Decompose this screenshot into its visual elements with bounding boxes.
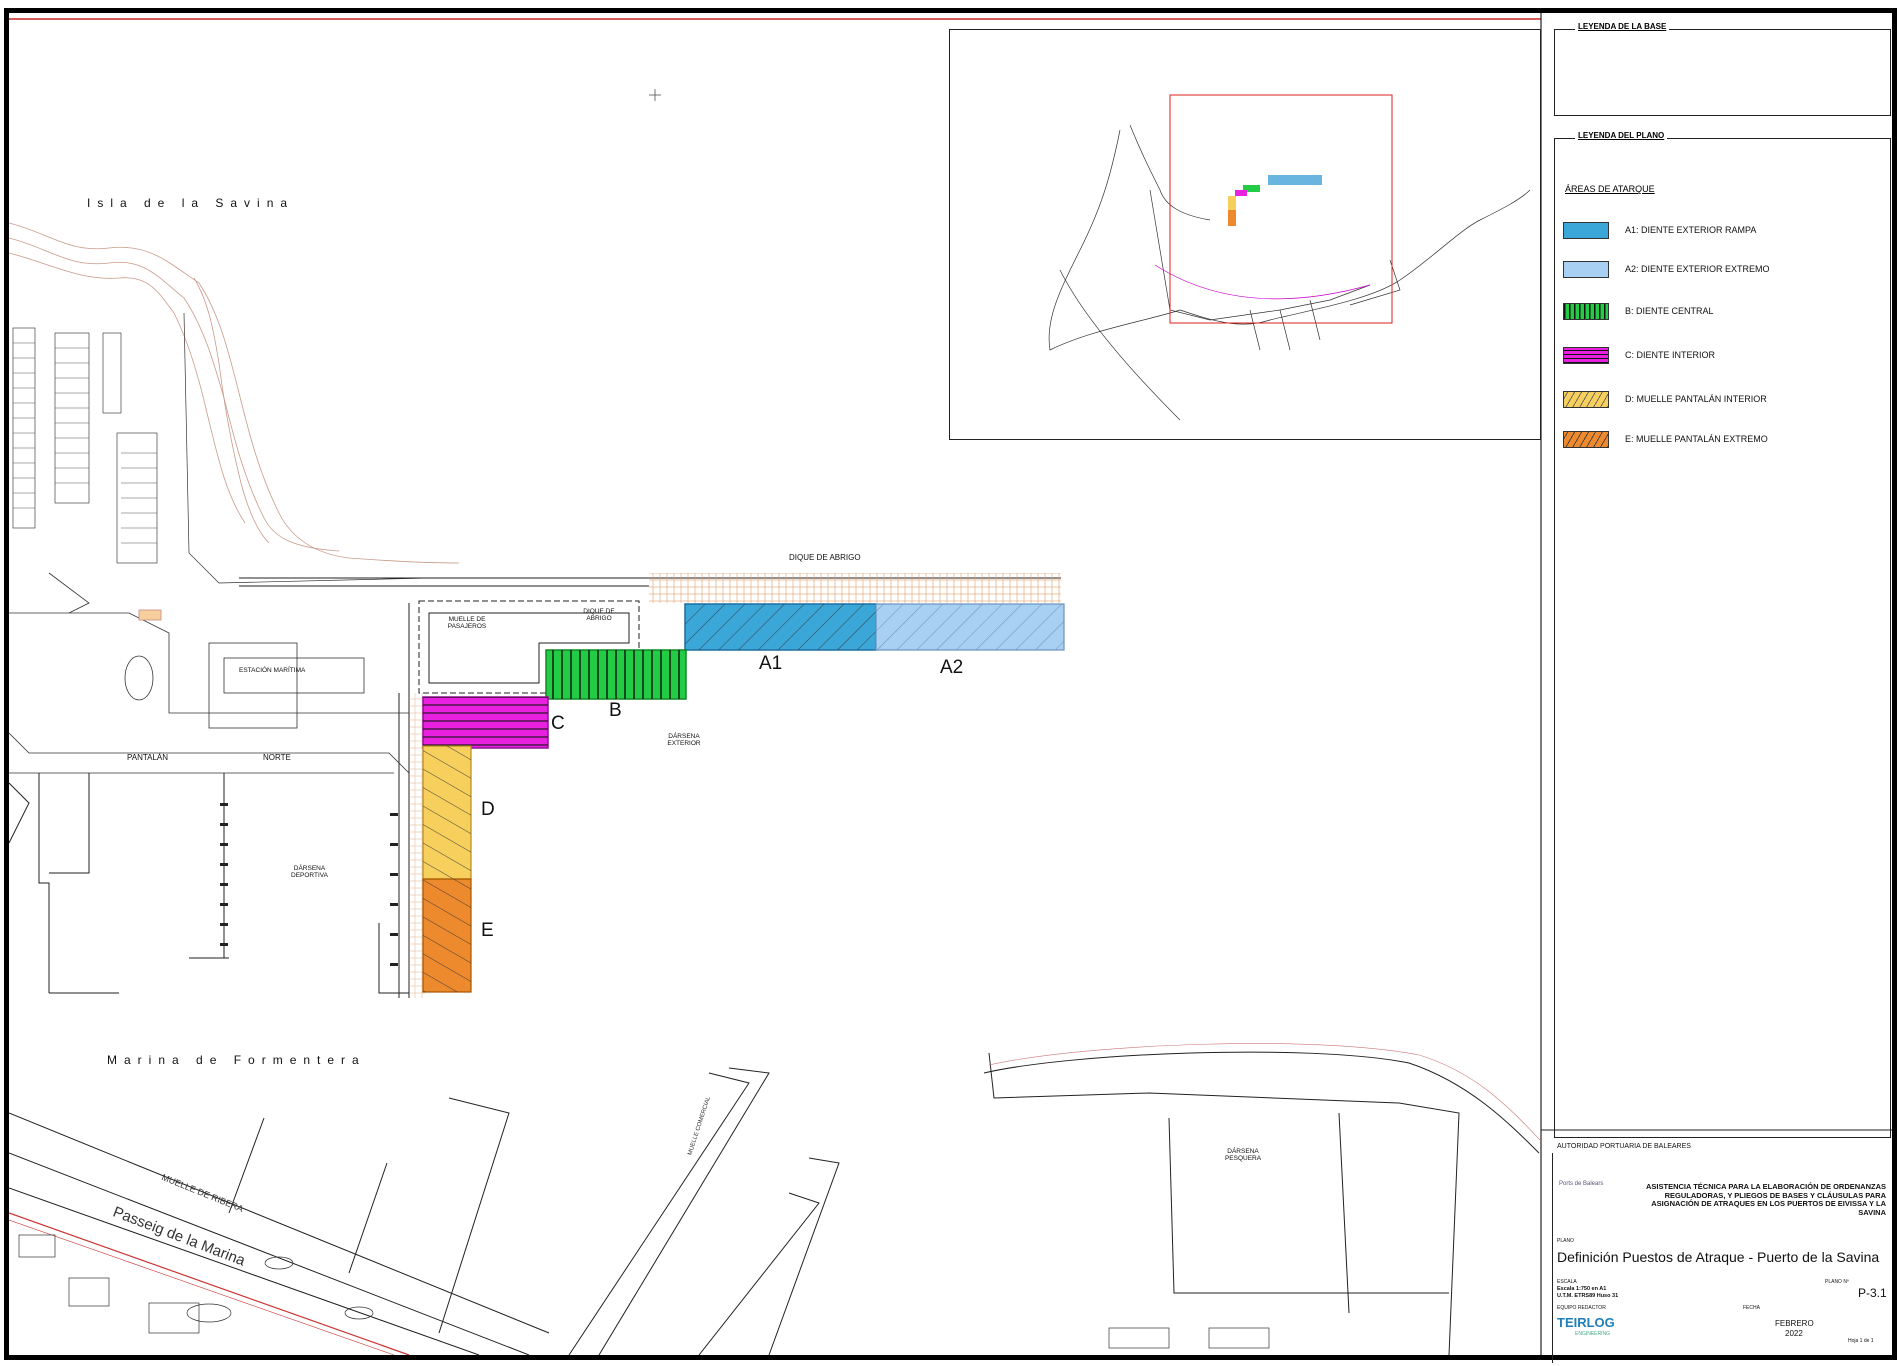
zone-d-label: D [481, 799, 495, 820]
breakwater-deck [649, 573, 1061, 603]
plan-title: Definición Puestos de Atraque - Puerto d… [1557, 1249, 1880, 1265]
zone-c-label: C [551, 713, 565, 734]
darsena-pesquera-label: DÁRSENA PESQUERA [1224, 1148, 1262, 1162]
title-block: AUTORIDAD PORTUARIA DE BALEARES Ports de… [1552, 1143, 1893, 1363]
plano-num: P-3.1 [1858, 1286, 1887, 1300]
company-sub: ENGINEERING [1575, 1331, 1611, 1337]
areas-title: ÁREAS DE ATARQUE [1565, 184, 1655, 194]
zone-a2-label: A2 [940, 657, 964, 678]
company-logo: TEIRLOG [1557, 1315, 1615, 1330]
legend-plan-title: LEYENDA DEL PLANO [1575, 131, 1668, 140]
pontoon-posts [220, 803, 398, 966]
escala-value: Escala 1:750 en A1 [1557, 1286, 1607, 1292]
plan-sheet: Isla de la Savina Marina de Formentera D… [4, 8, 1897, 1363]
fecha-label: FECHA [1743, 1305, 1760, 1311]
berth-zones [422, 603, 1065, 993]
escala-label: ESCALA [1557, 1279, 1577, 1285]
zone-b-label: B [609, 700, 622, 721]
zone-a1-label: A1 [759, 653, 783, 674]
legend-swatch-a2 [1563, 260, 1609, 278]
legend-item-d: D: MUELLE PANTALÁN INTERIOR [1563, 390, 1767, 408]
land-buildings [9, 572, 410, 774]
dique-abrigo-label: DIQUE DE ABRIGO [789, 553, 861, 562]
ports-logo: Ports de Balears [1559, 1181, 1604, 1187]
marina-pontoons [9, 773, 409, 994]
legend-plan: LEYENDA DEL PLANO ÁREAS DE ATARQUE A1: D… [1554, 131, 1891, 1138]
location-inset-map [949, 29, 1541, 440]
equipo-label: EQUIPO REDACTOR [1557, 1305, 1606, 1311]
pantalan-label: PANTALÁN [127, 753, 169, 762]
legend-base-title: LEYENDA DE LA BASE [1575, 22, 1670, 31]
island-parking [12, 312, 430, 584]
legend-swatch-e [1563, 430, 1609, 448]
hoja-label: Hoja 1 de 1 [1848, 1338, 1874, 1344]
legend-item-e: E: MUELLE PANTALÁN EXTREMO [1563, 430, 1768, 448]
legend-swatch-c [1563, 346, 1609, 364]
darsena-exterior-label: DÁRSENA EXTERIOR [667, 733, 701, 747]
legend-item-a2: A2: DIENTE EXTERIOR EXTREMO [1563, 260, 1770, 278]
zone-c[interactable] [422, 696, 549, 749]
legend-label-b: B: DIENTE CENTRAL [1625, 306, 1714, 316]
darsena-deportiva-label: DÁRSENA DEPORTIVA [291, 865, 328, 879]
zone-a1[interactable] [684, 603, 877, 651]
legend-label-d: D: MUELLE PANTALÁN INTERIOR [1625, 394, 1767, 404]
marina-label: Marina de Formentera [107, 1053, 366, 1067]
project-title: ASISTENCIA TÉCNICA PARA LA ELABORACIÓN D… [1645, 1182, 1886, 1217]
fecha-month: FEBRERO [1775, 1319, 1814, 1328]
legend-swatch-d [1563, 390, 1609, 408]
estacion-maritima-label: ESTACIÓN MARÍTIMA [239, 667, 306, 674]
legend-label-a2: A2: DIENTE EXTERIOR EXTREMO [1625, 264, 1770, 274]
authority-label: AUTORIDAD PORTUARIA DE BALEARES [1557, 1143, 1691, 1150]
zone-b[interactable] [545, 649, 687, 700]
zone-e-label: E [481, 920, 494, 941]
legend-label-e: E: MUELLE PANTALÁN EXTREMO [1625, 434, 1768, 444]
zone-a2[interactable] [875, 603, 1065, 651]
inset-svg [1048, 94, 1531, 421]
muelle-pasajeros-label: MUELLE DE PASAJEROS [447, 616, 487, 630]
lower-port [9, 1043, 1542, 1355]
norte-label: NORTE [263, 753, 291, 762]
legend-swatch-b [1563, 302, 1609, 320]
crosshair-mark [649, 89, 661, 101]
utm-value: U.T.M. ETRS89 Huso 31 [1557, 1293, 1619, 1299]
legend-item-b: B: DIENTE CENTRAL [1563, 302, 1714, 320]
legend-item-c: C: DIENTE INTERIOR [1563, 346, 1715, 364]
zone-d[interactable] [422, 745, 472, 880]
legend-swatch-a1 [1563, 221, 1609, 239]
plano-num-label: PLANO Nº [1825, 1279, 1849, 1285]
legend-item-a1: A1: DIENTE EXTERIOR RAMPA [1563, 221, 1756, 239]
zone-e[interactable] [422, 878, 472, 993]
fecha-year: 2022 [1785, 1329, 1803, 1338]
plano-label: PLANO [1557, 1238, 1574, 1244]
legend-label-a1: A1: DIENTE EXTERIOR RAMPA [1625, 225, 1757, 235]
legend-label-c: C: DIENTE INTERIOR [1625, 350, 1716, 360]
legend-base: LEYENDA DE LA BASE [1554, 22, 1891, 116]
isla-label: Isla de la Savina [87, 196, 295, 210]
dique-inner-label: DIQUE DE ABRIGO [583, 608, 615, 622]
